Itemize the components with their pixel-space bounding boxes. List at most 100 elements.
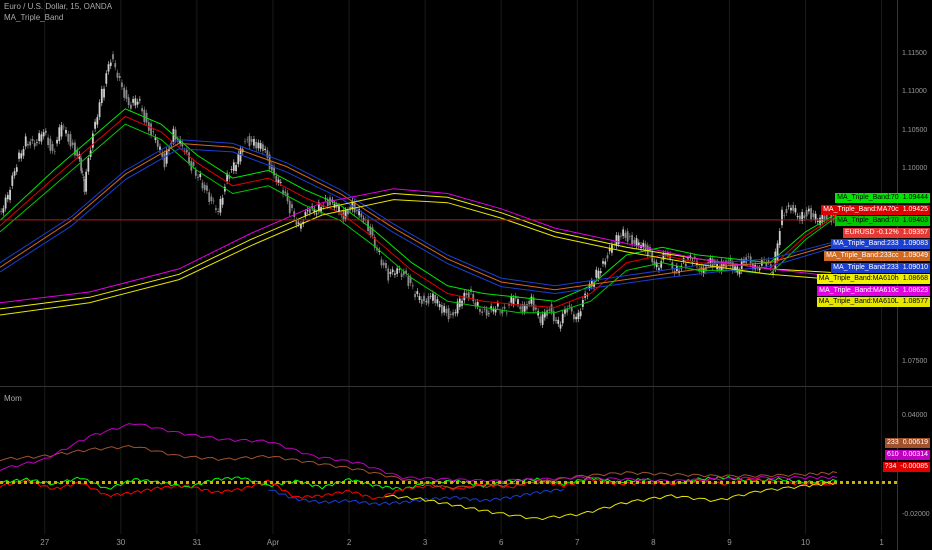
series-label-value: 1.08668 (900, 274, 930, 285)
series-label-tag: MA_Triple_Band:MA610h 1.08668 (816, 274, 930, 285)
candle-body (396, 268, 399, 274)
candle-body (174, 129, 177, 140)
candle-body (400, 273, 403, 277)
candle-body (13, 171, 16, 176)
candle-body (279, 182, 282, 183)
candle-body (44, 131, 47, 133)
candle-body (465, 293, 468, 296)
candle-body (262, 144, 264, 151)
series-label-name: MA_Triple_Band:MA610h (816, 274, 901, 285)
series-label-tag: MA_Triple_Band:233cc 1.09049 (824, 251, 930, 261)
candle-body (253, 138, 255, 146)
study-title: MA_Triple_Band (4, 13, 64, 22)
candle-body (284, 191, 287, 194)
candle-body (747, 256, 750, 257)
candle-body (15, 167, 18, 172)
candle-body (436, 299, 439, 304)
series-label-value: 0.00314 (900, 449, 930, 460)
candle-body (394, 273, 396, 275)
candle-body (595, 269, 598, 278)
candle-body (599, 271, 602, 274)
candle-body (56, 139, 58, 144)
series-label-name: ?34 (882, 461, 899, 472)
candle-body (620, 235, 622, 237)
candle-body (577, 312, 580, 320)
candle-body (555, 319, 557, 321)
candle-body (67, 133, 70, 142)
candle-body (31, 138, 34, 141)
series-label-value: 1.09444 (900, 193, 930, 203)
candle-body (568, 305, 571, 307)
y-tick-label: 1.11500 (902, 49, 927, 57)
y-tick-label: -0.02000 (902, 510, 930, 518)
x-tick-label: 1 (879, 538, 884, 547)
candle-body (152, 131, 155, 133)
series-label-name: MA_Triple_Band:70 (835, 193, 901, 203)
candle-body (87, 158, 90, 172)
candle-body (476, 302, 479, 307)
candle-body (11, 175, 14, 186)
candle-body (499, 311, 501, 313)
series-label-tag: MA_Triple_Band:MA610c 1.08623 (817, 285, 930, 296)
candle-body (380, 259, 383, 266)
candle-body (20, 153, 23, 159)
candle-body (496, 303, 499, 307)
candle-body (528, 300, 531, 305)
candle-body (573, 314, 575, 320)
candle-body (141, 108, 143, 112)
candle-body (787, 205, 790, 207)
candle-body (100, 88, 103, 104)
candle-body (517, 299, 519, 305)
candle-body (434, 295, 437, 304)
y-tick-label: 1.10500 (902, 126, 928, 134)
candle-body (123, 87, 126, 98)
x-tick-label: 27 (40, 538, 50, 547)
candle-body (432, 293, 434, 301)
candle-body (83, 179, 86, 193)
candle-body (156, 140, 159, 147)
candle-body (275, 175, 278, 183)
candle-body (105, 73, 108, 84)
candle-body (6, 194, 9, 200)
series-label-tag: 610 0.00314 (885, 449, 930, 460)
candle-body (36, 142, 38, 143)
candle-body (561, 313, 564, 324)
series-label-tag: EURUSD -0.12% 1.09357 (843, 227, 930, 238)
candle-body (626, 231, 629, 242)
pane-separator[interactable] (0, 386, 932, 387)
y-tick-label: 1.11000 (902, 88, 927, 96)
candle-body (212, 200, 215, 202)
candle-body (624, 232, 627, 238)
candle-body (199, 173, 202, 178)
candle-body (197, 176, 199, 178)
candle-body (40, 134, 43, 142)
candle-body (492, 309, 495, 312)
candle-body (794, 208, 797, 213)
candle-body (65, 129, 67, 134)
x-tick-label: 30 (116, 538, 126, 547)
candle-body (0, 211, 3, 212)
candle-body (4, 197, 7, 209)
candle-body (58, 127, 61, 142)
series-label-name: 610 (885, 449, 901, 460)
candle-body (487, 313, 490, 315)
candle-body (602, 261, 604, 264)
candle-body (785, 208, 788, 213)
candle-body (27, 144, 29, 146)
series-label-name: MA_Triple_Band:70 (835, 216, 901, 227)
candle-body (47, 137, 50, 146)
candle-body (255, 141, 258, 149)
candle-body (539, 316, 542, 323)
candle-body (121, 82, 123, 87)
x-tick-label: 2 (346, 538, 352, 547)
candle-body (635, 238, 638, 246)
candle-body (237, 153, 240, 165)
candle-body (449, 314, 452, 316)
candle-body (438, 304, 441, 308)
candle-body (134, 98, 137, 106)
candle-body (94, 121, 96, 129)
candle-body (447, 308, 450, 320)
series-label-tag: MA_Triple_Band:70 1.09444 (835, 193, 930, 203)
candle-body (98, 102, 101, 118)
candle-body (219, 199, 222, 213)
